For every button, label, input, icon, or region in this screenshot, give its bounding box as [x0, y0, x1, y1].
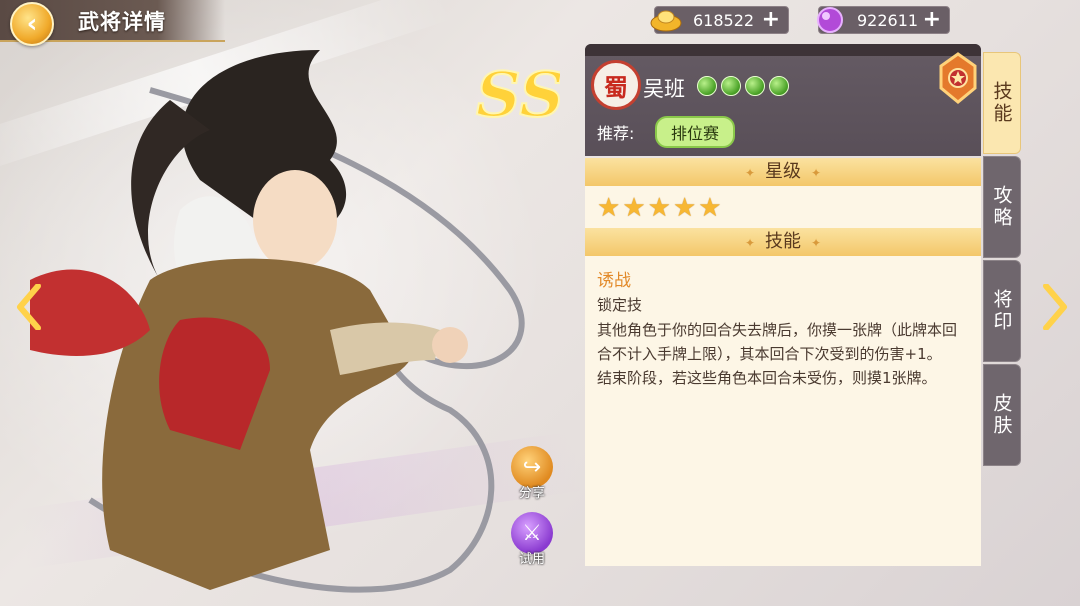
tab-skins[interactable]: 皮肤 [983, 364, 1021, 466]
rarity-text: SS [476, 58, 560, 130]
rarity-badge: SS [475, 57, 560, 130]
prev-hero-arrow-icon[interactable] [16, 284, 42, 330]
stars-section-header: ✦ 星级 ✦ [585, 158, 981, 186]
share-label: 分享 [518, 486, 545, 501]
character-header: 蜀 吴班 推荐: 排位赛 [585, 44, 981, 156]
gem-currency: 922611 + [817, 6, 950, 34]
back-arrow-icon: ‹ [26, 9, 38, 39]
back-button[interactable]: ‹ [10, 2, 54, 46]
character-name: 吴班 [643, 77, 685, 101]
skill-description: 其他角色于你的回合失去牌后，你摸一张牌（此牌本回合不计入手牌上限），其本回合下次… [597, 318, 967, 390]
gem-icon [721, 76, 741, 96]
recommend-label: 推荐: [597, 124, 635, 143]
star-icon: ★ [622, 193, 646, 223]
gold-ingot-icon [650, 10, 682, 32]
star-icon: ★ [698, 193, 722, 223]
share-button[interactable]: ↪ 分享 [506, 446, 558, 501]
skill-type: 锁定技 [597, 296, 643, 314]
trial-button[interactable]: ⚔ 试用 [506, 512, 558, 567]
decoration-icon: ✦ [744, 166, 755, 180]
tab-guide[interactable]: 攻略 [983, 156, 1021, 258]
decoration-icon: ✦ [811, 236, 822, 250]
decoration-icon: ✦ [744, 236, 755, 250]
star-rating: ★ ★ ★ ★ ★ [597, 194, 722, 222]
star-icon: ★ [672, 193, 697, 223]
gem-icon [697, 76, 717, 96]
detail-panel: ✦ 星级 ✦ ★ ★ ★ ★ ★ ✦ 技能 ✦ 诱战 锁定技 其他角色于你的回合失去牌后… [585, 158, 981, 566]
star-icon: ★ [647, 193, 671, 223]
tab-skills[interactable]: 技能 [983, 52, 1021, 154]
skills-section-title: 技能 [765, 231, 801, 252]
star-icon: ★ [597, 193, 621, 223]
faction-emblem: 蜀 [591, 60, 641, 110]
next-hero-arrow-icon[interactable] [1042, 284, 1068, 330]
tab-seal[interactable]: 将印 [983, 260, 1021, 362]
skill-name: 诱战 [597, 271, 631, 291]
rank-medal-icon[interactable] [937, 52, 979, 108]
skill-desc-line: 其他角色于你的回合失去牌后，你摸一张牌（此牌本回合不计入手牌上限），其本回合下次… [597, 321, 958, 363]
red-cloth [30, 269, 150, 356]
awaken-gems [697, 76, 789, 96]
armor [102, 258, 410, 590]
recommend-tag[interactable]: 排位赛 [655, 116, 736, 148]
purple-orb-icon [817, 7, 843, 33]
hand [432, 327, 468, 363]
add-gold-button[interactable]: + [762, 7, 780, 32]
gem-icon [745, 76, 765, 96]
stars-section-title: 星级 [765, 161, 801, 182]
gold-value: 618522 [693, 11, 755, 30]
add-gem-button[interactable]: + [923, 7, 941, 32]
gem-icon [769, 76, 789, 96]
header-top-line [585, 44, 981, 56]
face [253, 170, 337, 270]
skill-desc-line: 结束阶段，若这些角色本回合未受伤，则摸1张牌。 [597, 369, 937, 387]
skills-section-header: ✦ 技能 ✦ [585, 228, 981, 256]
decoration-icon: ✦ [811, 166, 822, 180]
gold-currency: 618522 + [650, 6, 789, 34]
gem-value: 922611 [857, 11, 919, 30]
trial-label: 试用 [518, 552, 545, 567]
page-title: 武将详情 [78, 10, 166, 34]
